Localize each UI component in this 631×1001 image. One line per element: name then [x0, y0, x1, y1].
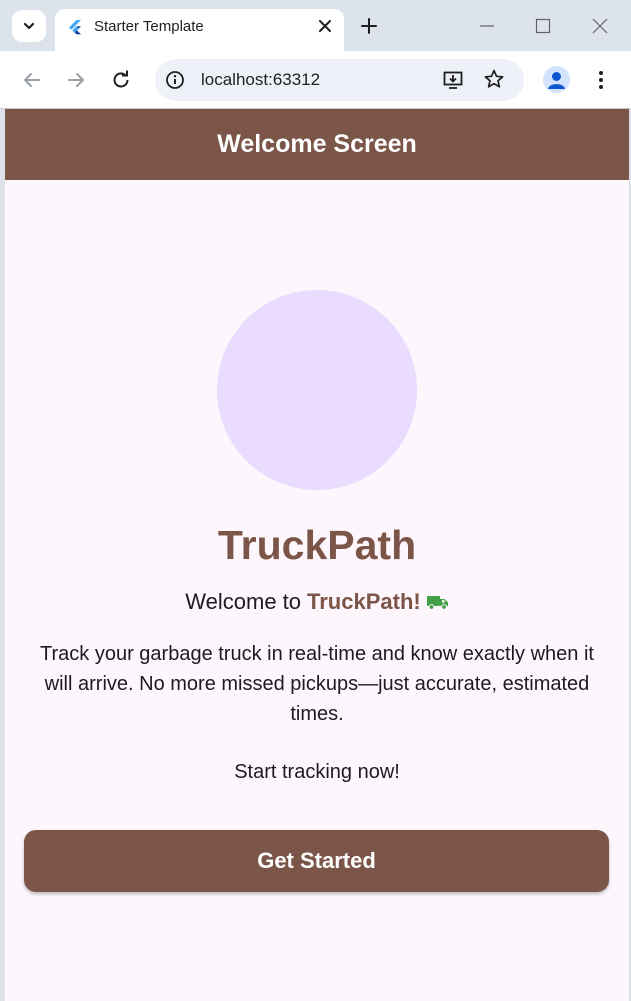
active-tab[interactable]: Starter Template — [55, 9, 344, 51]
reload-icon[interactable] — [109, 68, 133, 92]
close-tab-icon[interactable] — [316, 17, 334, 35]
welcome-line: Welcome to TruckPath! — [5, 589, 629, 615]
close-window-icon[interactable] — [589, 15, 611, 37]
tab-search-button[interactable] — [12, 10, 46, 42]
truck-icon — [426, 596, 448, 610]
app-bar-title: Welcome Screen — [217, 130, 417, 158]
tab-title: Starter Template — [94, 18, 204, 35]
minimize-icon[interactable] — [476, 15, 498, 37]
app-name-heading: TruckPath — [217, 522, 417, 568]
info-icon[interactable] — [164, 69, 186, 91]
cta-text: Start tracking now! — [234, 761, 400, 783]
bookmark-star-icon[interactable] — [483, 68, 505, 90]
forward-arrow-icon[interactable] — [64, 68, 88, 92]
app-bar: Welcome Screen — [5, 109, 629, 180]
welcome-brand: TruckPath! — [307, 589, 421, 614]
chevron-down-icon — [23, 22, 35, 30]
install-app-icon[interactable] — [442, 69, 464, 91]
welcome-prefix: Welcome to — [185, 589, 302, 614]
address-bar[interactable]: localhost:63312 — [155, 59, 524, 101]
browser-window: Starter Template localhost:63312 Welcome… — [0, 0, 631, 1001]
description-text: Track your garbage truck in real-time an… — [40, 643, 594, 725]
new-tab-icon[interactable] — [358, 15, 380, 37]
get-started-button[interactable]: Get Started — [24, 830, 609, 892]
page-viewport: Welcome Screen TruckPath Welcome to Truc… — [5, 109, 629, 1001]
flutter-icon — [69, 20, 81, 35]
browser-toolbar: localhost:63312 — [0, 51, 631, 109]
maximize-icon[interactable] — [532, 15, 554, 37]
logo-circle — [217, 290, 417, 490]
profile-avatar-icon[interactable] — [543, 66, 570, 93]
back-arrow-icon[interactable] — [20, 68, 44, 92]
tab-strip: Starter Template — [0, 0, 631, 51]
more-menu-icon[interactable] — [590, 69, 612, 91]
url-text[interactable]: localhost:63312 — [201, 70, 320, 90]
